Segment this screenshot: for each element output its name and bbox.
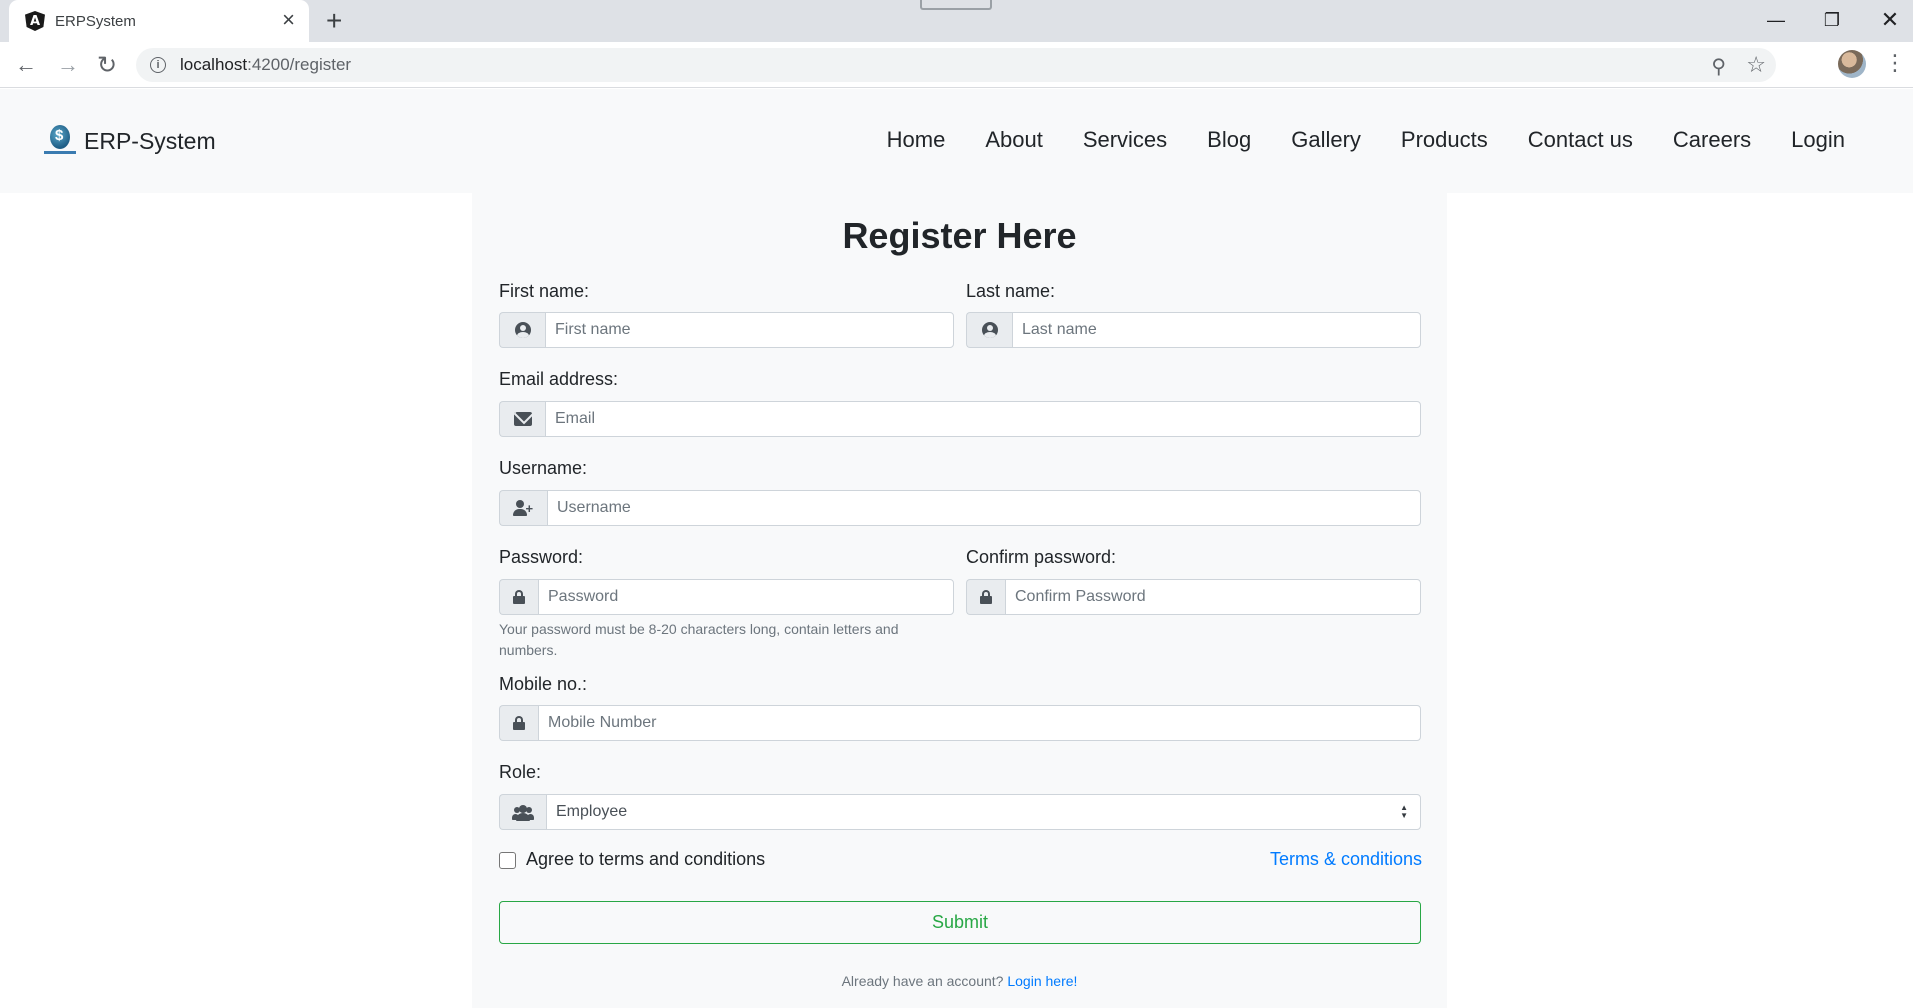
close-window-button[interactable]: ✕ <box>1870 4 1910 36</box>
tab-title: ERPSystem <box>55 12 136 30</box>
minimize-window-button[interactable]: — <box>1756 4 1796 36</box>
mobile-group: Mobile Number <box>499 705 1421 741</box>
first-name-label: First name: <box>499 281 590 301</box>
last-name-group: Last name <box>966 312 1421 348</box>
restore-window-button[interactable]: ❐ <box>1812 4 1852 36</box>
site-navbar: ERP-System Home About Services Blog Gall… <box>0 89 1913 193</box>
nav-link-gallery[interactable]: Gallery <box>1291 127 1361 153</box>
brand-logo-icon <box>44 125 76 157</box>
nav-link-contact[interactable]: Contact us <box>1528 127 1633 153</box>
brand[interactable]: ERP-System <box>44 125 216 157</box>
login-prompt-text: Already have an account? <box>841 973 1004 989</box>
page-title: Register Here <box>842 215 1077 256</box>
password-label: Password: <box>499 547 584 567</box>
username-input[interactable]: Username <box>547 490 1421 526</box>
agree-terms-checkbox[interactable] <box>499 852 516 869</box>
nav-link-login[interactable]: Login <box>1791 127 1845 153</box>
role-selected-value: Employee <box>556 803 628 820</box>
role-label: Role: <box>499 762 542 782</box>
password-group: Password <box>499 579 954 615</box>
zoom-icon[interactable]: ⚲ <box>1711 54 1726 79</box>
confirm-password-input[interactable]: Confirm Password <box>1005 579 1421 615</box>
select-arrows-icon: ▲ ▼ <box>1400 803 1408 820</box>
first-name-group: First name <box>499 312 954 348</box>
forward-arrow-icon[interactable]: → <box>54 51 82 79</box>
users-icon <box>499 794 546 830</box>
url-text[interactable]: localhost:4200/register <box>180 55 351 75</box>
reload-icon[interactable]: ↻ <box>93 51 121 79</box>
browser-tab-strip: A ERPSystem × + — ❐ ✕ <box>0 0 1913 42</box>
lock-icon <box>966 579 1005 615</box>
nav-link-services[interactable]: Services <box>1083 127 1167 153</box>
window-drag-handle[interactable] <box>920 0 992 10</box>
login-here-link[interactable]: Login here! <box>1007 973 1077 989</box>
email-group: Email <box>499 401 1421 437</box>
browser-toolbar: ← → ↻ i localhost:4200/register ⚲ ☆ <box>0 42 1913 88</box>
tab-close-icon[interactable]: × <box>282 9 295 31</box>
back-arrow-icon[interactable]: ← <box>12 51 40 79</box>
username-group: + Username <box>499 490 1421 526</box>
browser-tab[interactable]: A ERPSystem × <box>9 0 309 42</box>
nav-link-blog[interactable]: Blog <box>1207 127 1251 153</box>
envelope-icon <box>499 401 545 437</box>
email-label: Email address: <box>499 369 619 389</box>
password-help-text: Your password must be 8-20 characters lo… <box>499 621 899 658</box>
user-circle-icon <box>499 312 545 348</box>
bookmark-star-icon[interactable]: ☆ <box>1746 52 1766 78</box>
terms-conditions-link[interactable]: Terms & conditions <box>1270 849 1422 870</box>
confirm-password-label: Confirm password: <box>966 547 1117 567</box>
nav-link-careers[interactable]: Careers <box>1673 127 1751 153</box>
submit-button[interactable]: Submit <box>499 901 1421 944</box>
agree-terms-label[interactable]: Agree to terms and conditions <box>526 849 765 870</box>
nav-link-home[interactable]: Home <box>887 127 946 153</box>
role-select[interactable]: Employee ▲ ▼ <box>546 794 1421 830</box>
nav-link-about[interactable]: About <box>985 127 1043 153</box>
site-info-icon[interactable]: i <box>150 57 166 73</box>
nav-links: Home About Services Blog Gallery Product… <box>847 127 1845 153</box>
role-group: Employee ▲ ▼ <box>499 794 1421 830</box>
nav-link-products[interactable]: Products <box>1401 127 1488 153</box>
last-name-label: Last name: <box>966 281 1056 301</box>
confirm-password-group: Confirm Password <box>966 579 1421 615</box>
new-tab-button[interactable]: + <box>326 5 342 37</box>
lock-icon <box>499 705 538 741</box>
brand-name: ERP-System <box>84 127 216 154</box>
mobile-input[interactable]: Mobile Number <box>538 705 1421 741</box>
profile-avatar[interactable] <box>1838 50 1866 78</box>
lock-icon <box>499 579 538 615</box>
address-bar[interactable]: i localhost:4200/register ⚲ ☆ <box>136 48 1776 82</box>
password-input[interactable]: Password <box>538 579 954 615</box>
email-input[interactable]: Email <box>545 401 1421 437</box>
first-name-input[interactable]: First name <box>545 312 954 348</box>
browser-menu-icon[interactable]: ⋮ <box>1884 51 1906 75</box>
last-name-input[interactable]: Last name <box>1012 312 1421 348</box>
login-prompt: Already have an account? Login here! <box>472 973 1447 989</box>
user-circle-icon <box>966 312 1012 348</box>
mobile-label: Mobile no.: <box>499 674 588 694</box>
username-label: Username: <box>499 458 588 478</box>
user-plus-icon: + <box>499 490 547 526</box>
angular-favicon-icon: A <box>25 11 45 31</box>
